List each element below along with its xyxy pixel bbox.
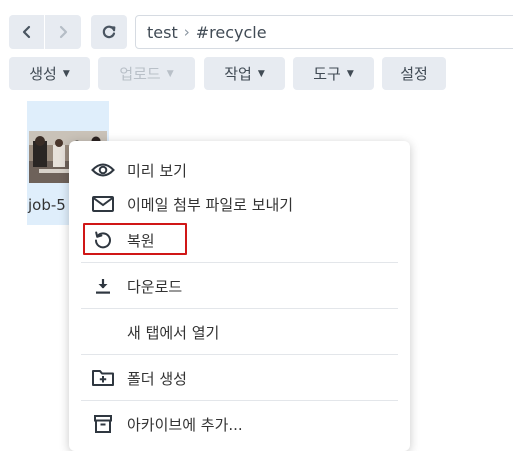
path-segment-test[interactable]: test xyxy=(147,23,178,42)
caret-down-icon: ▼ xyxy=(166,68,174,79)
menu-item-add-archive[interactable]: 아카이브에 추가... xyxy=(69,407,410,441)
menu-item-open-new-tab[interactable]: 새 탭에서 열기 xyxy=(69,315,410,349)
forward-button[interactable] xyxy=(45,15,81,49)
context-menu: 미리 보기 이메일 첨부 파일로 보내기 복원 다운로드 새 탭에서 열기 폴더… xyxy=(69,141,410,451)
action-button-label: 작업 xyxy=(224,65,252,83)
refresh-icon xyxy=(102,25,116,39)
menu-divider xyxy=(81,308,398,309)
download-icon xyxy=(91,274,115,298)
restore-highlight-box xyxy=(83,223,187,255)
back-button[interactable] xyxy=(9,15,44,49)
path-separator: › xyxy=(183,23,190,41)
upload-button-label: 업로드 xyxy=(119,65,161,83)
caret-down-icon: ▼ xyxy=(346,68,354,79)
menu-item-label: 다운로드 xyxy=(127,277,183,296)
create-button[interactable]: 생성 ▼ xyxy=(9,57,90,90)
chevron-left-icon xyxy=(22,25,30,39)
menu-item-label: 이메일 첨부 파일로 보내기 xyxy=(127,195,294,214)
menu-item-label: 아카이브에 추가... xyxy=(127,415,243,434)
path-bar[interactable]: test › #recycle xyxy=(135,15,513,49)
menu-item-label: 새 탭에서 열기 xyxy=(127,323,220,342)
caret-down-icon: ▼ xyxy=(62,68,70,79)
settings-button[interactable]: 설정 xyxy=(382,57,446,90)
tools-button[interactable]: 도구 ▼ xyxy=(293,57,374,90)
menu-item-new-folder[interactable]: 폴더 생성 xyxy=(69,361,410,395)
menu-item-email[interactable]: 이메일 첨부 파일로 보내기 xyxy=(69,187,410,221)
create-button-label: 생성 xyxy=(29,65,57,83)
menu-divider xyxy=(81,262,398,263)
eye-icon xyxy=(91,158,115,182)
menu-divider xyxy=(81,400,398,401)
upload-button[interactable]: 업로드 ▼ xyxy=(98,57,195,90)
chevron-right-icon xyxy=(59,25,68,39)
archive-icon xyxy=(91,412,115,436)
menu-item-preview[interactable]: 미리 보기 xyxy=(69,153,410,187)
settings-button-label: 설정 xyxy=(400,65,428,83)
caret-down-icon: ▼ xyxy=(257,68,265,79)
refresh-button[interactable] xyxy=(91,15,127,49)
menu-item-label: 폴더 생성 xyxy=(127,369,187,388)
menu-item-label: 미리 보기 xyxy=(127,161,187,180)
file-name: job-5 xyxy=(28,196,66,214)
folder-plus-icon xyxy=(91,366,115,390)
menu-divider xyxy=(81,354,398,355)
path-segment-recycle[interactable]: #recycle xyxy=(196,23,267,42)
tools-button-label: 도구 xyxy=(313,65,341,83)
action-button[interactable]: 작업 ▼ xyxy=(204,57,285,90)
menu-item-download[interactable]: 다운로드 xyxy=(69,269,410,303)
envelope-icon xyxy=(91,192,115,216)
